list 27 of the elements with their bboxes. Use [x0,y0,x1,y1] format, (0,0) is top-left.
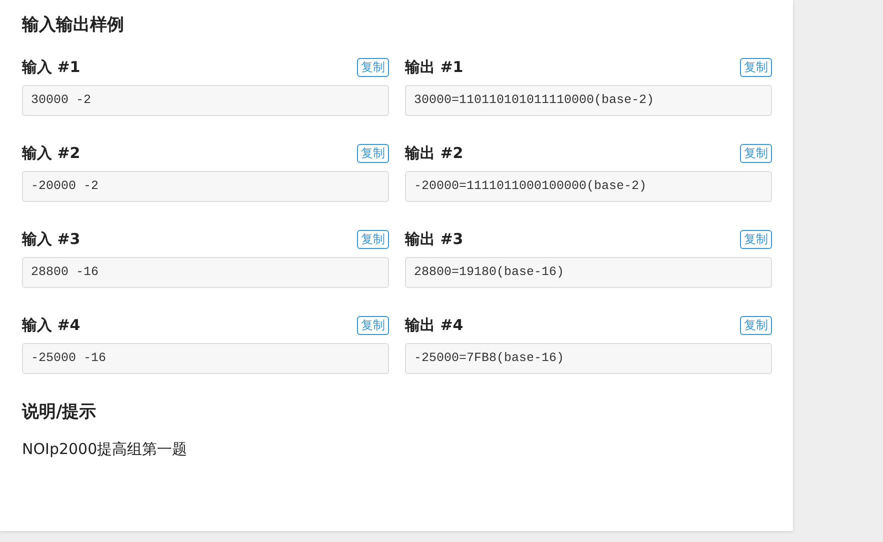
code-block: -25000 -16 [22,343,389,374]
copy-button[interactable]: 复制 [740,58,772,76]
sample-label: 输入 #3 [22,230,80,248]
sample-label: 输入 #4 [22,316,80,334]
section-title: 说明/提示 [22,401,98,424]
code-block: 30000=110110101011110000(base-2) [405,85,772,116]
hint-text: NOIp2000提高组第一题 [22,439,188,460]
code-block: -20000=1111011000100000(base-2) [405,171,772,202]
sample-label: 输入 #1 [22,58,80,76]
copy-button[interactable]: 复制 [357,144,389,162]
code-block: 28800 -16 [22,257,389,288]
copy-button[interactable]: 复制 [740,230,772,248]
code-block: 28800=19180(base-16) [405,257,772,288]
copy-button[interactable]: 复制 [740,316,772,334]
code-block: -25000=7FB8(base-16) [405,343,772,374]
copy-button[interactable]: 复制 [357,58,389,76]
copy-button[interactable]: 复制 [740,144,772,162]
copy-button[interactable]: 复制 [357,230,389,248]
sample-label: 输出 #4 [405,316,464,334]
sample-label: 输出 #2 [405,144,464,162]
sample-label: 输入 #2 [22,144,80,162]
sample-label: 输出 #1 [405,58,464,76]
section-title: 输入输出样例 [22,14,125,37]
sample-label: 输出 #3 [405,230,464,248]
copy-button[interactable]: 复制 [357,316,389,334]
code-block: -20000 -2 [22,171,389,202]
code-block: 30000 -2 [22,85,389,116]
